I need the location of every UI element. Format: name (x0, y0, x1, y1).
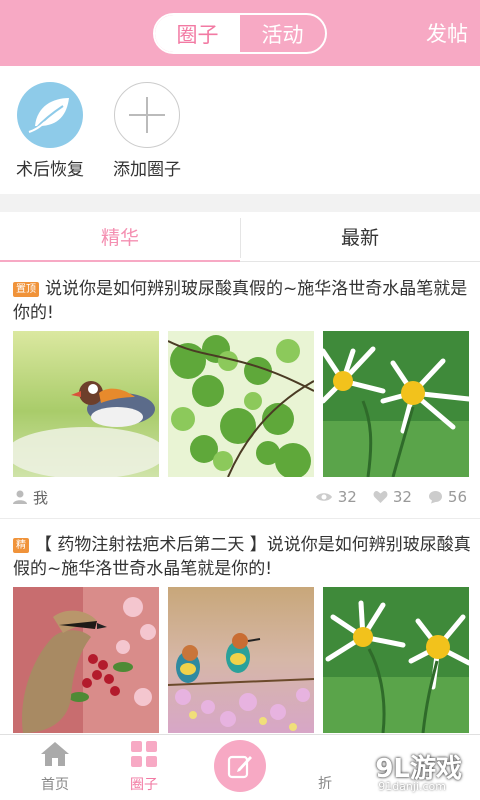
post-title[interactable]: 精【 药物注射祛疤术后第二天 】说说你是如何辨别玻尿酸真假的~施华洛世奇水晶笔就… (13, 533, 473, 581)
comment-count[interactable]: 56 (428, 488, 467, 506)
tab-featured[interactable]: 精华 (0, 212, 240, 262)
tab-latest[interactable]: 最新 (240, 212, 480, 261)
featured-badge: 精 (13, 538, 29, 553)
watermark-url: 91danji.com (378, 780, 446, 793)
home-icon (41, 742, 69, 766)
compose-icon (227, 755, 252, 779)
segmented-control: 圈子 活动 (153, 13, 327, 54)
plus-icon (114, 82, 180, 148)
circle-label: 添加圈子 (113, 160, 181, 180)
section-spacer (0, 194, 480, 212)
compose-button[interactable] (214, 740, 266, 792)
circle-label: 术后恢复 (16, 160, 84, 180)
comment-icon (428, 491, 442, 504)
post-meta: 我 32 32 56 (13, 485, 467, 509)
post-button[interactable]: 发帖 (426, 18, 468, 48)
tab-activities[interactable]: 活动 (240, 15, 325, 52)
eye-icon (315, 493, 332, 501)
post-title-text: 【 药物注射祛疤术后第二天 】说说你是如何辨别玻尿酸真假的~施华洛世奇水晶笔就是… (13, 535, 471, 579)
tab-circles[interactable]: 圈子 (155, 15, 240, 52)
post-title-text: 说说你是如何辨别玻尿酸真假的~施华洛世奇水晶笔就是你的! (13, 279, 468, 323)
user-icon (13, 490, 27, 504)
top-bar: 圈子 活动 发帖 (0, 0, 480, 66)
nav-home[interactable]: 首页 (15, 741, 95, 794)
waxwing-bird-blossom-photo[interactable] (13, 587, 159, 733)
post-images (13, 331, 469, 477)
grid-icon (131, 741, 157, 767)
site-watermark: 9L游戏 91danji.com (340, 748, 470, 796)
add-circle-button[interactable]: 添加圈子 (92, 82, 202, 180)
like-count[interactable]: 32 (373, 488, 412, 506)
author-name: 我 (33, 488, 49, 507)
post-card[interactable]: 置顶 说说你是如何辨别玻尿酸真假的~施华洛世奇水晶笔就是你的! 我 32 32 … (0, 263, 480, 519)
green-maple-leaves-photo[interactable] (168, 331, 314, 477)
nav-circles-label: 圈子 (130, 777, 158, 793)
bee-eater-birds-photo[interactable] (168, 587, 314, 733)
leaf-icon (17, 82, 83, 148)
white-daisy-photo[interactable] (323, 331, 469, 477)
circles-row: 术后恢复 添加圈子 (0, 66, 480, 194)
circle-recovery[interactable]: 术后恢复 (0, 82, 105, 180)
post-images (13, 587, 469, 733)
view-count: 32 (315, 488, 357, 506)
pinned-badge: 置顶 (13, 282, 39, 297)
white-daisy-photo[interactable] (323, 587, 469, 733)
mandarin-duck-photo[interactable] (13, 331, 159, 477)
post-title[interactable]: 置顶 说说你是如何辨别玻尿酸真假的~施华洛世奇水晶笔就是你的! (13, 277, 473, 325)
nav-home-label: 首页 (41, 777, 69, 793)
heart-icon (373, 491, 388, 503)
tab-divider (240, 218, 241, 258)
nav-circles[interactable]: 圈子 (104, 741, 184, 794)
post-card[interactable]: 精【 药物注射祛疤术后第二天 】说说你是如何辨别玻尿酸真假的~施华洛世奇水晶笔就… (0, 519, 480, 734)
